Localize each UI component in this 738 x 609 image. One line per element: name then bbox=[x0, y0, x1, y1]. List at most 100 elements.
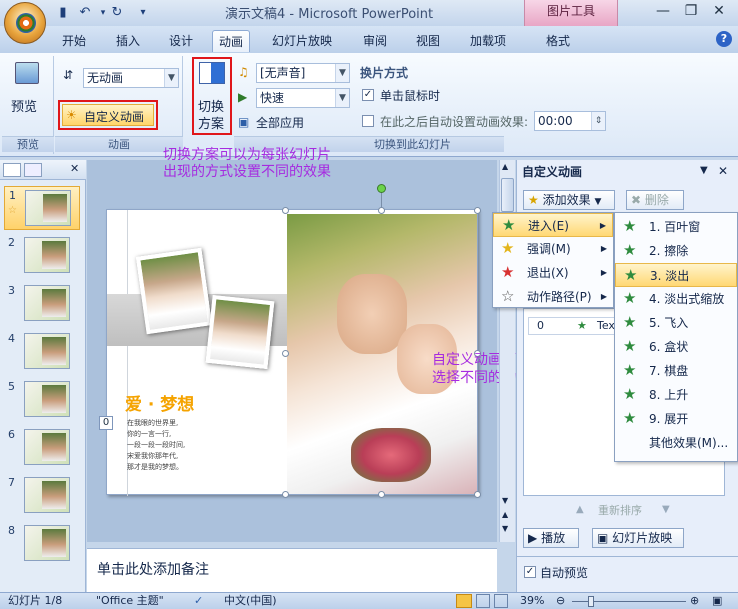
entrance-effect-item[interactable]: ★ 2. 擦除 bbox=[615, 239, 737, 263]
slide[interactable]: 爱 · 梦想 0 在我眼的世界里, 你的一言一行, 一段一段一段时间, 宋爱我你… bbox=[99, 209, 478, 496]
close-icon[interactable]: ✕ bbox=[708, 3, 730, 21]
delete-button[interactable]: ✖ 删除 bbox=[626, 190, 684, 210]
add-effect-button[interactable]: ★ 添加效果 ▼ bbox=[523, 190, 615, 210]
entrance-effect-item[interactable]: ★ 1. 百叶窗 bbox=[615, 215, 737, 239]
notes-pane[interactable]: 单击此处添加备注 bbox=[87, 548, 497, 592]
entrance-effect-item[interactable]: ★ 3. 淡出 bbox=[615, 263, 737, 287]
selection-handle[interactable] bbox=[378, 207, 385, 214]
selection-handle[interactable] bbox=[378, 491, 385, 498]
selection-handle[interactable] bbox=[282, 491, 289, 498]
scroll-thumb[interactable] bbox=[501, 178, 514, 212]
tab-design[interactable]: 设计 bbox=[163, 30, 199, 52]
entrance-effect-item[interactable]: ★ 5. 飞入 bbox=[615, 311, 737, 335]
slide-thumbnail[interactable]: 1 ☆ bbox=[4, 186, 80, 230]
slide-thumbnail[interactable]: 5 bbox=[4, 378, 80, 422]
undo-icon[interactable]: ↶ bbox=[76, 4, 94, 22]
slideshow-view-icon[interactable] bbox=[494, 594, 508, 608]
reorder-down-icon[interactable]: ▼ bbox=[662, 504, 670, 515]
auto-time-spinner[interactable]: 00:00 ⇕ bbox=[534, 111, 606, 131]
body-line: 在我眼的世界里, bbox=[127, 419, 179, 427]
slide-thumbnail[interactable]: 8 bbox=[4, 522, 80, 566]
custom-animation-button[interactable]: ☀ 自定义动画 bbox=[62, 104, 154, 126]
entrance-effect-item[interactable]: ★ 6. 盒状 bbox=[615, 335, 737, 359]
menu-item-exit[interactable]: ★ 退出(X) ▶ bbox=[493, 261, 613, 285]
close-icon[interactable]: ✕ bbox=[718, 164, 728, 178]
on-click-checkbox[interactable]: ✓ bbox=[362, 89, 374, 101]
office-button[interactable] bbox=[4, 2, 46, 44]
tab-view[interactable]: 视图 bbox=[410, 30, 446, 52]
menu-item-motion-path[interactable]: ☆ 动作路径(P) ▶ bbox=[493, 285, 613, 309]
tab-addins[interactable]: 加载项 bbox=[464, 30, 512, 52]
restore-icon[interactable]: ❐ bbox=[680, 3, 702, 21]
rotate-handle[interactable] bbox=[377, 184, 386, 193]
star-red-icon: ★ bbox=[501, 263, 515, 281]
close-icon[interactable]: ✕ bbox=[70, 162, 79, 175]
reorder-label: 重新排序 bbox=[598, 504, 642, 517]
animation-star-icon: ☆ bbox=[8, 205, 17, 216]
photo-small-1[interactable] bbox=[135, 247, 213, 335]
zoom-slider-thumb[interactable] bbox=[588, 596, 594, 607]
menu-item-label: 退出(X) bbox=[527, 266, 569, 280]
custom-animation-label: 自定义动画 bbox=[84, 110, 145, 124]
slide-thumbnail[interactable]: 2 bbox=[4, 234, 80, 278]
autopreview-checkbox[interactable]: ✓ bbox=[524, 566, 536, 578]
sound-combo[interactable]: [无声音] ▼ bbox=[256, 63, 350, 83]
entrance-effect-item[interactable]: ★ 8. 上升 bbox=[615, 383, 737, 407]
entrance-effect-item[interactable]: ★ 9. 展开 bbox=[615, 407, 737, 431]
selection-handle[interactable] bbox=[474, 207, 481, 214]
tab-home[interactable]: 开始 bbox=[56, 30, 92, 52]
minimize-icon[interactable]: — bbox=[652, 3, 674, 21]
transition-scheme-button[interactable]: 切换 方案 bbox=[196, 60, 228, 132]
speed-icon: ▶ bbox=[238, 90, 248, 104]
slide-thumbnail[interactable]: 3 bbox=[4, 282, 80, 326]
slide-sorter-icon[interactable] bbox=[476, 594, 490, 608]
floppy-icon[interactable]: ▮ bbox=[54, 4, 72, 22]
qat-customize-icon[interactable]: ▾ bbox=[134, 4, 152, 22]
play-button[interactable]: ▶ 播放 bbox=[523, 528, 579, 548]
apply-all-button[interactable]: 全部应用 bbox=[256, 114, 304, 131]
tab-review[interactable]: 审阅 bbox=[357, 30, 393, 52]
entrance-effect-item[interactable]: ★ 7. 棋盘 bbox=[615, 359, 737, 383]
menu-item-emphasis[interactable]: ★ 强调(M) ▶ bbox=[493, 237, 613, 261]
tab-slideshow[interactable]: 幻灯片放映 bbox=[266, 30, 338, 52]
normal-view-icon[interactable] bbox=[456, 594, 472, 608]
taskpane-menu-icon[interactable]: ▼ bbox=[700, 165, 708, 176]
zoom-out-icon[interactable]: ⊖ bbox=[556, 593, 565, 609]
scroll-up-icon[interactable]: ▲ bbox=[502, 162, 508, 171]
prev-slide-icon[interactable]: ▲ bbox=[502, 510, 508, 519]
entrance-effect-item[interactable]: ★ 4. 淡出式缩放 bbox=[615, 287, 737, 311]
preview-button[interactable]: 预览 bbox=[10, 60, 44, 118]
slide-title[interactable]: 爱 · 梦想 bbox=[125, 390, 194, 415]
reorder-up-icon[interactable]: ▲ bbox=[576, 504, 584, 515]
selection-handle[interactable] bbox=[282, 350, 289, 357]
delete-label: 删除 bbox=[644, 193, 669, 207]
help-icon[interactable]: ? bbox=[716, 31, 732, 47]
redo-icon[interactable]: ↻ bbox=[108, 4, 126, 22]
scroll-down-icon[interactable]: ▼ bbox=[502, 496, 508, 505]
selection-handle[interactable] bbox=[282, 207, 289, 214]
tab-insert[interactable]: 插入 bbox=[110, 30, 146, 52]
tab-animation[interactable]: 动画 bbox=[212, 30, 251, 52]
animation-combo[interactable]: 无动画 ▼ bbox=[83, 68, 179, 88]
slide-body-text[interactable]: 在我眼的世界里, 你的一言一行, 一段一段一段时间, 宋爱我你那年代, 那才是我… bbox=[127, 418, 277, 473]
spellcheck-icon[interactable]: ✓ bbox=[194, 593, 203, 609]
slides-tab[interactable] bbox=[3, 163, 21, 177]
speed-combo[interactable]: 快速 ▼ bbox=[256, 88, 350, 108]
selection-handle[interactable] bbox=[474, 491, 481, 498]
menu-item-entrance[interactable]: ★ 进入(E) ▶ bbox=[493, 213, 613, 237]
fit-window-icon[interactable]: ▣ bbox=[712, 593, 722, 609]
next-slide-icon[interactable]: ▼ bbox=[502, 524, 508, 533]
slideshow-button[interactable]: ▣ 幻灯片放映 bbox=[592, 528, 684, 548]
animation-order-badge[interactable]: 0 bbox=[99, 416, 113, 430]
slide-thumbnail[interactable]: 6 bbox=[4, 426, 80, 470]
rotate-stem bbox=[381, 192, 382, 208]
slide-thumbnail[interactable]: 7 bbox=[4, 474, 80, 518]
slide-thumbnail[interactable]: 4 bbox=[4, 330, 80, 374]
photo-small-2[interactable] bbox=[205, 294, 275, 370]
star-outline-icon: ☆ bbox=[501, 287, 515, 305]
entrance-effect-item[interactable]: 其他效果(M)... bbox=[615, 431, 737, 455]
zoom-in-icon[interactable]: ⊕ bbox=[690, 593, 699, 609]
auto-after-checkbox[interactable] bbox=[362, 115, 374, 127]
outline-tab[interactable] bbox=[24, 163, 42, 177]
tab-format[interactable]: 格式 bbox=[540, 30, 576, 52]
